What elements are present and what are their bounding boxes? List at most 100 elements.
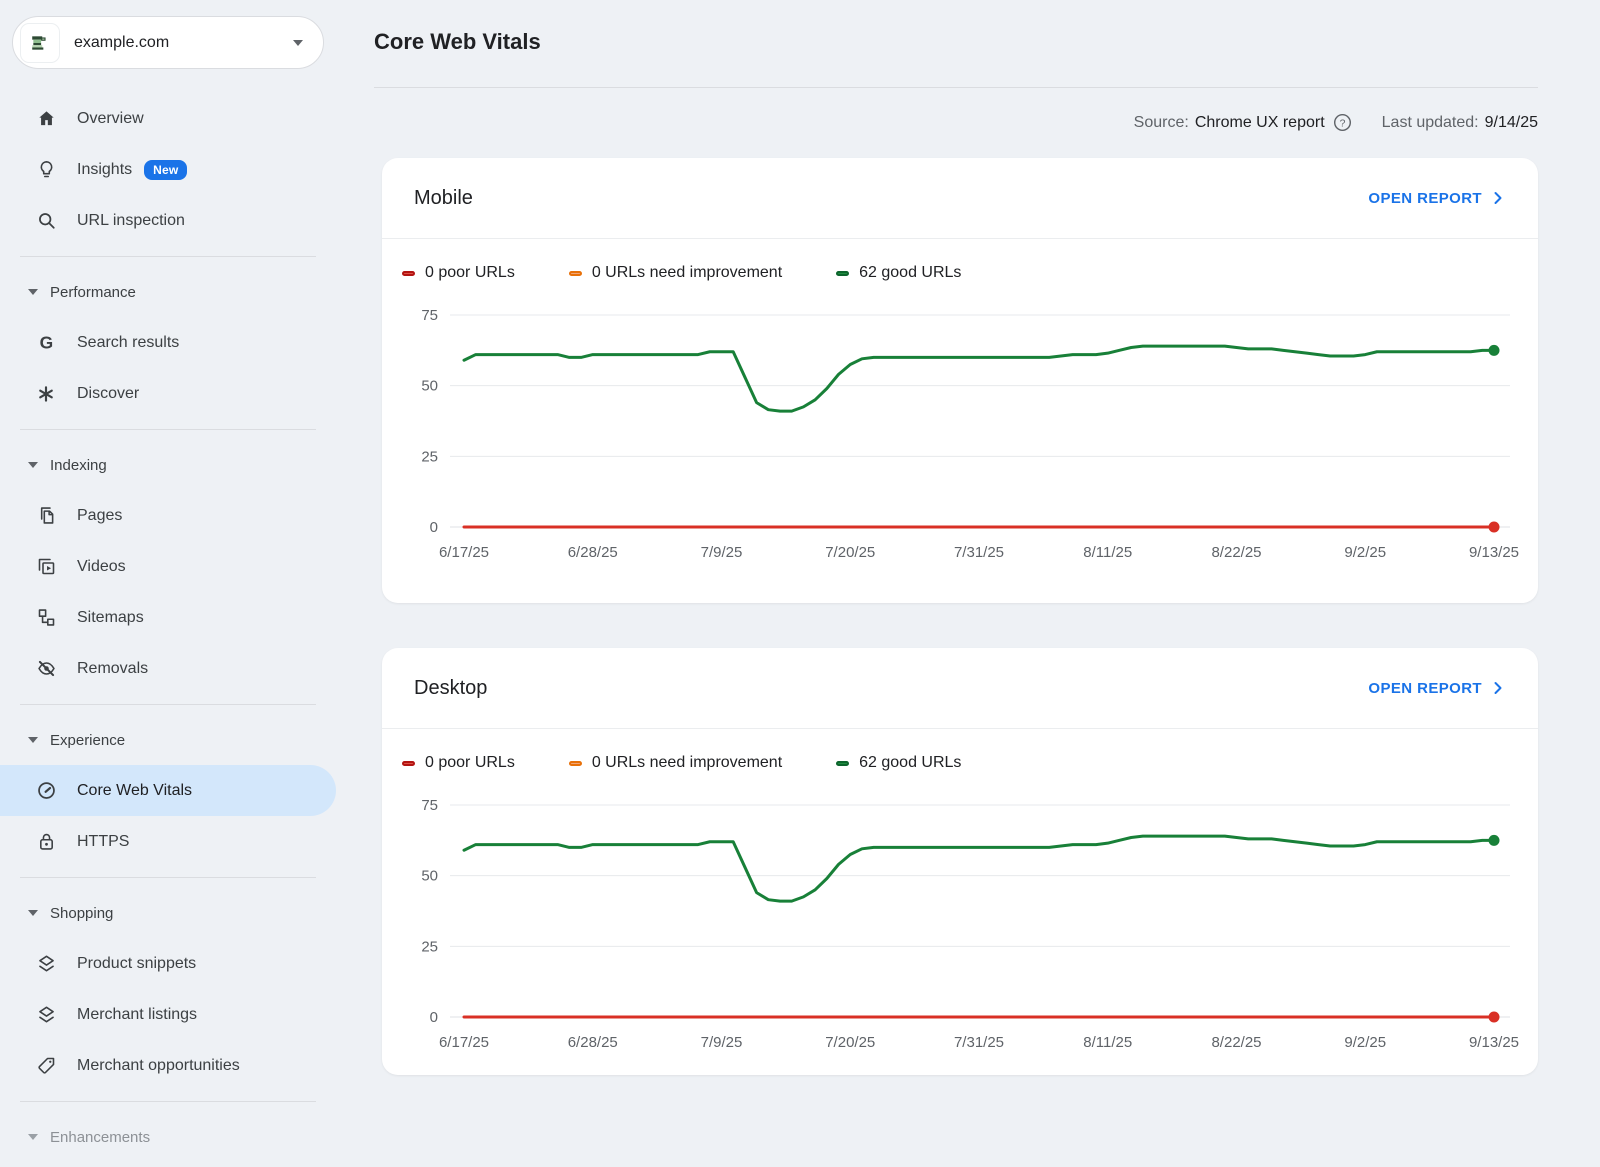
svg-text:9/13/25: 9/13/25 <box>1469 544 1519 561</box>
legend-item-needs-improvement: 0 URLs need improvement <box>569 754 782 772</box>
sidebar-item-label: Insights <box>77 161 132 179</box>
sidebar-item-merchant-opportunities[interactable]: Merchant opportunities <box>0 1040 336 1091</box>
help-icon[interactable]: ? <box>1333 113 1352 132</box>
svg-text:0: 0 <box>430 519 438 536</box>
source-row: Source: Chrome UX report ? Last updated:… <box>1134 113 1538 132</box>
svg-text:6/28/25: 6/28/25 <box>568 1034 618 1051</box>
svg-text:9/2/25: 9/2/25 <box>1344 1034 1386 1051</box>
svg-text:7/9/25: 7/9/25 <box>701 1034 743 1051</box>
divider <box>374 87 1538 88</box>
good-swatch-icon <box>836 761 849 766</box>
chart-legend: 0 poor URLs 0 URLs need improvement 62 g… <box>382 239 1538 283</box>
svg-text:8/11/25: 8/11/25 <box>1083 1034 1132 1051</box>
section-label: Performance <box>50 284 136 301</box>
speedometer-icon <box>35 780 57 802</box>
site-favicon <box>21 24 59 62</box>
sidebar-item-core-web-vitals[interactable]: Core Web Vitals <box>0 765 336 816</box>
legend-item-good: 62 good URLs <box>836 754 961 772</box>
chevron-right-icon <box>1488 188 1508 208</box>
chevron-down-icon <box>28 910 38 916</box>
sidebar-item-label: Pages <box>77 507 122 525</box>
chevron-right-icon <box>1488 678 1508 698</box>
chevron-down-icon <box>28 737 38 743</box>
sidebar: example.com Overview Insights New URL in… <box>0 0 336 1167</box>
legend-item-poor: 0 poor URLs <box>402 754 515 772</box>
chevron-down-icon <box>28 1134 38 1140</box>
open-report-button[interactable]: OPEN REPORT <box>1368 188 1508 208</box>
sidebar-item-removals[interactable]: Removals <box>0 643 336 694</box>
legend-item-poor: 0 poor URLs <box>402 264 515 282</box>
svg-text:50: 50 <box>421 868 438 885</box>
svg-text:50: 50 <box>421 378 438 395</box>
divider <box>20 429 316 430</box>
sidebar-item-overview[interactable]: Overview <box>0 93 336 144</box>
poor-swatch-icon <box>402 271 415 276</box>
sidebar-item-pages[interactable]: Pages <box>0 490 336 541</box>
google-g-icon: G <box>35 332 57 354</box>
sidebar-section-indexing[interactable]: Indexing <box>0 440 336 490</box>
pixel-favicon-icon <box>30 33 50 53</box>
sidebar-item-label: Product snippets <box>77 955 196 973</box>
divider <box>20 704 316 705</box>
pages-icon <box>35 505 57 527</box>
sidebar-item-https[interactable]: HTTPS <box>0 816 336 867</box>
sidebar-item-merchant-listings[interactable]: Merchant listings <box>0 989 336 1040</box>
source-label: Source: <box>1134 114 1189 132</box>
search-icon <box>35 210 57 232</box>
legend-item-needs-improvement: 0 URLs need improvement <box>569 264 782 282</box>
property-name: example.com <box>74 34 293 52</box>
svg-text:75: 75 <box>421 797 438 814</box>
svg-text:6/17/25: 6/17/25 <box>439 544 489 561</box>
good-swatch-icon <box>836 271 849 276</box>
asterisk-icon <box>35 383 57 405</box>
sidebar-item-videos[interactable]: Videos <box>0 541 336 592</box>
last-updated-label: Last updated: <box>1382 114 1479 132</box>
eye-off-icon <box>35 658 57 680</box>
section-label: Shopping <box>50 905 113 922</box>
svg-text:0: 0 <box>430 1009 438 1026</box>
source-value: Chrome UX report <box>1195 114 1325 132</box>
card-title: Desktop <box>414 677 1368 700</box>
sidebar-section-enhancements[interactable]: Enhancements <box>0 1112 336 1162</box>
legend-item-good: 62 good URLs <box>836 264 961 282</box>
legend-label: 62 good URLs <box>859 264 961 282</box>
section-label: Enhancements <box>50 1129 150 1146</box>
sidebar-item-label: Core Web Vitals <box>77 782 192 800</box>
sidebar-section-shopping[interactable]: Shopping <box>0 888 336 938</box>
sidebar-item-search-results[interactable]: G Search results <box>0 317 336 368</box>
sidebar-section-experience[interactable]: Experience <box>0 715 336 765</box>
svg-text:9/13/25: 9/13/25 <box>1469 1034 1519 1051</box>
sidebar-item-url-inspection[interactable]: URL inspection <box>0 195 336 246</box>
sidebar-item-label: Overview <box>77 110 144 128</box>
needs-improvement-swatch-icon <box>569 761 582 766</box>
section-label: Indexing <box>50 457 107 474</box>
property-selector[interactable]: example.com <box>12 16 324 69</box>
sidebar-item-discover[interactable]: Discover <box>0 368 336 419</box>
page-title: Core Web Vitals <box>374 29 541 55</box>
card-title: Mobile <box>414 187 1368 210</box>
chart-legend: 0 poor URLs 0 URLs need improvement 62 g… <box>382 729 1538 773</box>
mobile-chart: 02550756/17/256/28/257/9/257/20/257/31/2… <box>398 295 1522 565</box>
open-report-label: OPEN REPORT <box>1368 190 1482 207</box>
svg-text:8/11/25: 8/11/25 <box>1083 544 1132 561</box>
sidebar-item-sitemaps[interactable]: Sitemaps <box>0 592 336 643</box>
legend-label: 62 good URLs <box>859 754 961 772</box>
layers-icon <box>35 1004 57 1026</box>
lightbulb-icon <box>35 159 57 181</box>
open-report-button[interactable]: OPEN REPORT <box>1368 678 1508 698</box>
divider <box>20 1101 316 1102</box>
card-header: Mobile OPEN REPORT <box>382 158 1538 238</box>
svg-text:6/28/25: 6/28/25 <box>568 544 618 561</box>
svg-text:6/17/25: 6/17/25 <box>439 1034 489 1051</box>
svg-text:9/2/25: 9/2/25 <box>1344 544 1386 561</box>
svg-text:8/22/25: 8/22/25 <box>1211 544 1261 561</box>
legend-label: 0 URLs need improvement <box>592 264 782 282</box>
sidebar-item-insights[interactable]: Insights New <box>0 144 336 195</box>
section-label: Experience <box>50 732 125 749</box>
sidebar-section-performance[interactable]: Performance <box>0 267 336 317</box>
svg-text:75: 75 <box>421 307 438 324</box>
lock-icon <box>35 831 57 853</box>
legend-label: 0 URLs need improvement <box>592 754 782 772</box>
sidebar-item-product-snippets[interactable]: Product snippets <box>0 938 336 989</box>
divider <box>20 256 316 257</box>
